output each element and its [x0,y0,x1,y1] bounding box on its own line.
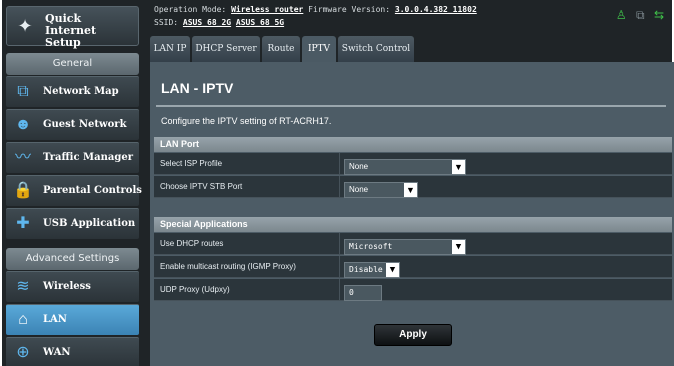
opmode-link[interactable]: Wireless router [231,5,303,14]
status-icons: ♙ ⧉ ⇆ [610,8,664,23]
sidebar-item-lan[interactable]: ⌂ LAN [6,304,139,335]
quick-internet-setup-button[interactable]: ✦ Quick Internet Setup [6,6,139,49]
sidebar-item-label: Guest Network [43,119,127,130]
firmware-link[interactable]: 3.0.0.4.382_11802 [395,5,477,14]
operation-mode-line: Operation Mode: Wireless router Firmware… [154,5,477,14]
firmware-label: Firmware Version: [308,5,391,14]
sidebar-item-label: Network Map [43,86,119,97]
isp-profile-value: None [349,162,369,171]
chevron-down-icon: ▼ [386,263,399,277]
top-status-bar: Operation Mode: Wireless router Firmware… [147,0,672,32]
isp-profile-row: Select ISP Profile None ▼ [154,153,672,175]
isp-profile-select[interactable]: None ▼ [344,159,466,175]
parental-controls-icon: 🔒 [13,182,33,199]
udp-proxy-row: UDP Proxy (Udpxy) 0 [154,279,672,301]
page-title: LAN - IPTV [161,80,234,96]
sidebar-item-wan[interactable]: ⊕ WAN [6,337,139,366]
multicast-select[interactable]: Disable ▼ [344,262,400,278]
page-description: Configure the IPTV setting of RT-ACRH17. [161,116,332,126]
isp-profile-label: Select ISP Profile [160,153,340,175]
sidebar-item-label: WAN [43,347,71,358]
chevron-down-icon: ▼ [452,240,465,254]
dhcp-routes-select[interactable]: Microsoft ▼ [344,239,466,255]
network-status-icon[interactable]: ⇆ [654,8,664,22]
usb-status-icon[interactable]: ⧉ [636,8,645,22]
udp-proxy-input[interactable]: 0 [344,285,382,301]
multicast-label: Enable multicast routing (IGMP Proxy) [160,256,340,278]
qis-label: Quick Internet Setup [45,12,97,49]
sidebar-item-guest-network[interactable]: ☻ Guest Network [6,109,139,140]
dhcp-routes-row: Use DHCP routes Microsoft ▼ [154,233,672,255]
advanced-settings-header: Advanced Settings [6,248,139,270]
sidebar-item-label: LAN [43,314,67,325]
multicast-row: Enable multicast routing (IGMP Proxy) Di… [154,256,672,278]
iptv-panel: LAN - IPTV Configure the IPTV setting of… [150,62,674,366]
sidebar-item-network-map[interactable]: ⧉ Network Map [6,76,139,107]
sidebar-item-parental-controls[interactable]: 🔒 Parental Controls [6,175,142,206]
wan-icon: ⊕ [16,344,30,361]
dhcp-routes-label: Use DHCP routes [160,233,340,255]
usb-application-icon: ✚ [16,215,30,232]
multicast-value: Disable [349,265,383,274]
tab-lan-ip[interactable]: LAN IP [150,36,190,62]
ssid-5g-link[interactable]: ASUS_68_5G [236,18,284,27]
sidebar: ✦ Quick Internet Setup General ⧉ Network… [2,0,143,366]
traffic-manager-icon: 〰 [14,149,31,166]
sidebar-item-traffic-manager[interactable]: 〰 Traffic Manager [6,142,139,173]
ssid-line: SSID: ASUS_68_2G ASUS_68_5G [154,18,284,27]
lan-icon: ⌂ [18,311,28,328]
sidebar-item-label: Parental Controls [43,185,142,196]
sidebar-item-usb-application[interactable]: ✚ USB Application [6,208,139,239]
router-admin-page: ✦ Quick Internet Setup General ⧉ Network… [2,0,674,366]
udp-proxy-label: UDP Proxy (Udpxy) [160,279,340,301]
apply-button[interactable]: Apply [374,324,452,346]
stb-port-row: Choose IPTV STB Port None ▼ [154,176,672,198]
tab-iptv[interactable]: IPTV [302,36,336,62]
sidebar-item-label: Traffic Manager [43,152,133,163]
general-section-header: General [6,53,139,75]
stb-port-select[interactable]: None ▼ [344,182,418,198]
sidebar-item-label: Wireless [43,281,91,292]
ssid-label: SSID: [154,18,179,27]
chevron-down-icon: ▼ [452,160,465,174]
lan-port-header: LAN Port [154,137,672,152]
title-divider [156,105,666,107]
opmode-label: Operation Mode: [154,5,227,14]
tab-route[interactable]: Route [262,36,300,62]
wireless-icon: ≋ [16,278,30,295]
stb-port-label: Choose IPTV STB Port [160,176,340,198]
chevron-down-icon: ▼ [404,183,417,197]
user-status-icon[interactable]: ♙ [616,8,627,22]
ssid-2g-link[interactable]: ASUS_68_2G [183,18,231,27]
dhcp-routes-value: Microsoft [349,242,393,251]
sidebar-item-wireless[interactable]: ≋ Wireless [6,271,139,302]
special-applications-header: Special Applications [154,217,672,232]
network-map-icon: ⧉ [17,83,29,100]
magic-wand-icon: ✦ [17,16,33,36]
tab-dhcp-server[interactable]: DHCP Server [192,36,260,62]
sidebar-item-label: USB Application [43,218,136,229]
tab-switch-control[interactable]: Switch Control [338,36,414,62]
stb-port-value: None [349,185,369,194]
guest-network-icon: ☻ [14,116,32,133]
